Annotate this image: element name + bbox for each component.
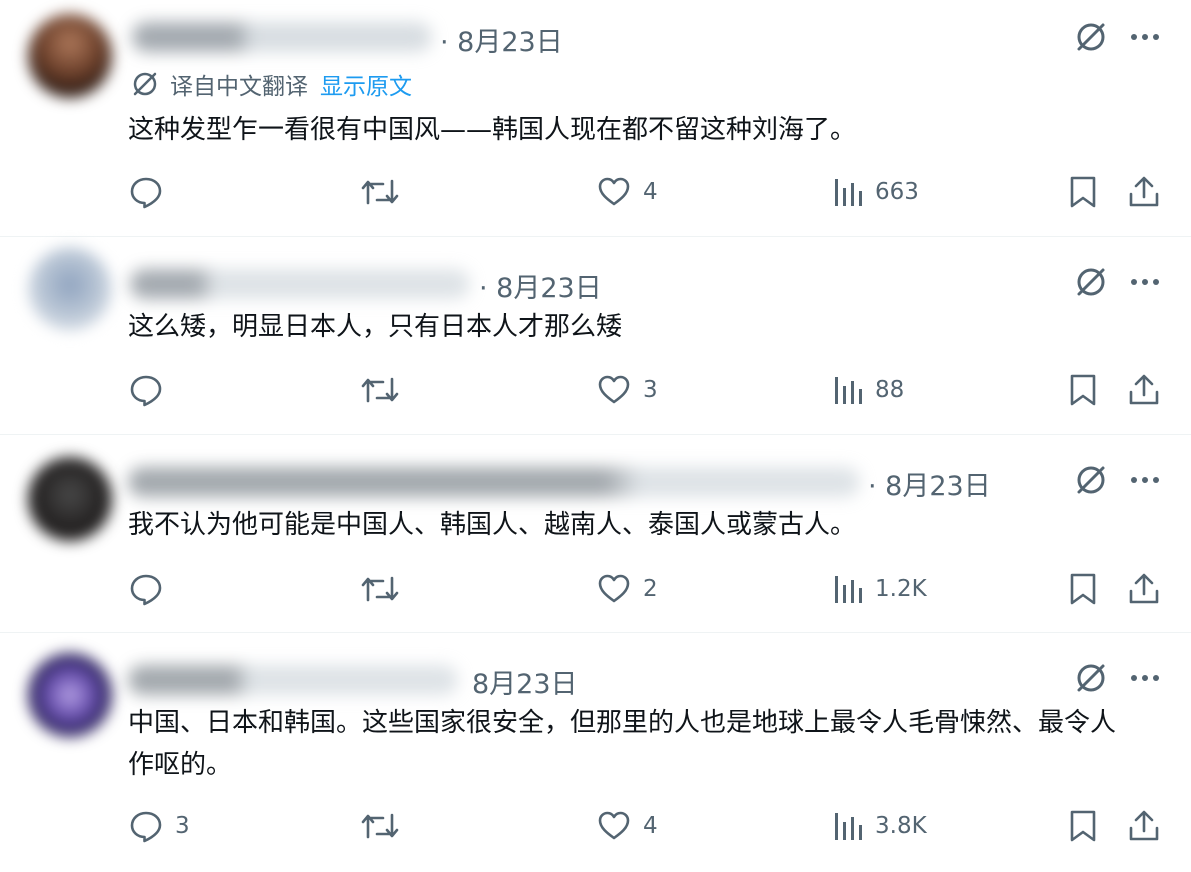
retweet-icon	[361, 377, 399, 403]
retweet-icon	[361, 179, 399, 205]
views-button[interactable]: 663	[833, 175, 919, 209]
reply-button[interactable]: 3	[129, 809, 190, 843]
reply-post[interactable]: · 8月23日 我不认为他可能是中国人、韩国人、越南人、泰国人或蒙古人。 2 1…	[0, 435, 1191, 633]
views-button[interactable]: 88	[833, 373, 904, 407]
translation-row: 译自中文翻译 显示原文	[130, 68, 412, 100]
share-icon	[1129, 810, 1159, 841]
post-text: 我不认为他可能是中国人、韩国人、越南人、泰国人或蒙古人。	[128, 510, 857, 540]
like-count: 4	[643, 179, 658, 205]
post-text: 这种发型乍一看很有中国风——韩国人现在都不留这种刘海了。	[128, 115, 857, 145]
bookmark-button[interactable]	[1069, 572, 1097, 606]
post-text: 中国、日本和韩国。这些国家很安全，但那里的人也是地球上最令人毛骨悚然、最令人作呕…	[128, 708, 1117, 780]
views-icon	[835, 576, 862, 603]
bookmark-icon	[1070, 573, 1096, 605]
like-count: 4	[643, 813, 658, 839]
share-button[interactable]	[1128, 809, 1160, 843]
reply-count: 3	[175, 813, 190, 839]
like-icon	[598, 375, 630, 404]
post-date[interactable]: · 8月23日	[440, 20, 563, 59]
views-button[interactable]: 3.8K	[833, 809, 927, 843]
display-name-blurred[interactable]	[132, 22, 432, 52]
display-name-blurred[interactable]	[128, 665, 458, 695]
avatar[interactable]	[28, 247, 112, 331]
bookmark-icon	[1070, 810, 1096, 842]
views-count: 3.8K	[875, 813, 927, 839]
show-original-link[interactable]: 显示原文	[320, 67, 412, 101]
grok-icon[interactable]	[1073, 264, 1109, 300]
more-icon[interactable]	[1128, 463, 1162, 497]
avatar[interactable]	[28, 457, 112, 541]
views-button[interactable]: 1.2K	[833, 572, 927, 606]
bookmark-button[interactable]	[1069, 809, 1097, 843]
retweet-icon	[361, 576, 399, 602]
reply-button[interactable]	[129, 373, 175, 407]
like-icon	[598, 574, 630, 603]
reply-button[interactable]	[129, 572, 175, 606]
translation-label: 译自中文翻译	[170, 74, 308, 100]
reply-feed: · 8月23日 译自中文翻译 显示原文 这种发型乍一看很有中国风——韩国人现在都…	[0, 0, 1191, 872]
share-icon	[1129, 176, 1159, 207]
display-name-blurred[interactable]	[128, 467, 860, 497]
grok-icon	[130, 69, 160, 99]
bookmark-icon	[1070, 374, 1096, 406]
share-button[interactable]	[1128, 175, 1160, 209]
like-button[interactable]: 3	[597, 373, 658, 407]
like-count: 3	[643, 377, 658, 403]
reply-icon	[130, 574, 162, 606]
bookmark-icon	[1070, 176, 1096, 208]
grok-icon[interactable]	[1073, 660, 1109, 696]
reply-icon	[130, 375, 162, 407]
views-count: 88	[875, 377, 905, 403]
more-icon[interactable]	[1128, 661, 1162, 695]
like-count: 2	[643, 576, 658, 602]
reply-icon	[130, 811, 162, 843]
more-icon[interactable]	[1128, 20, 1162, 54]
avatar[interactable]	[28, 653, 112, 737]
share-button[interactable]	[1128, 373, 1160, 407]
post-date[interactable]: 8月23日	[472, 662, 578, 701]
bookmark-button[interactable]	[1069, 175, 1097, 209]
views-count: 663	[875, 179, 919, 205]
avatar[interactable]	[28, 14, 112, 98]
like-button[interactable]: 2	[597, 572, 658, 606]
more-icon[interactable]	[1128, 265, 1162, 299]
post-date[interactable]: · 8月23日	[479, 266, 602, 305]
views-count: 1.2K	[875, 576, 927, 602]
reply-post[interactable]: 8月23日 中国、日本和韩国。这些国家很安全，但那里的人也是地球上最令人毛骨悚然…	[0, 633, 1191, 872]
grok-icon[interactable]	[1073, 462, 1109, 498]
display-name-blurred[interactable]	[130, 269, 470, 299]
post-text: 这么矮，明显日本人，只有日本人才那么矮	[128, 312, 623, 342]
reply-button[interactable]	[129, 175, 175, 209]
reply-post[interactable]: · 8月23日 这么矮，明显日本人，只有日本人才那么矮 3 88	[0, 237, 1191, 435]
views-icon	[835, 179, 862, 206]
like-icon	[598, 177, 630, 206]
share-button[interactable]	[1128, 572, 1160, 606]
views-icon	[835, 377, 862, 404]
retweet-button[interactable]	[361, 373, 399, 407]
reply-icon	[130, 177, 162, 209]
retweet-button[interactable]	[361, 809, 399, 843]
reply-post[interactable]: · 8月23日 译自中文翻译 显示原文 这种发型乍一看很有中国风——韩国人现在都…	[0, 0, 1191, 237]
post-date[interactable]: · 8月23日	[868, 464, 991, 503]
like-button[interactable]: 4	[597, 175, 658, 209]
like-button[interactable]: 4	[597, 809, 658, 843]
retweet-button[interactable]	[361, 572, 399, 606]
views-icon	[835, 813, 862, 840]
retweet-icon	[361, 813, 399, 839]
share-icon	[1129, 573, 1159, 604]
retweet-button[interactable]	[361, 175, 399, 209]
grok-icon[interactable]	[1073, 19, 1109, 55]
like-icon	[598, 811, 630, 840]
share-icon	[1129, 374, 1159, 405]
bookmark-button[interactable]	[1069, 373, 1097, 407]
